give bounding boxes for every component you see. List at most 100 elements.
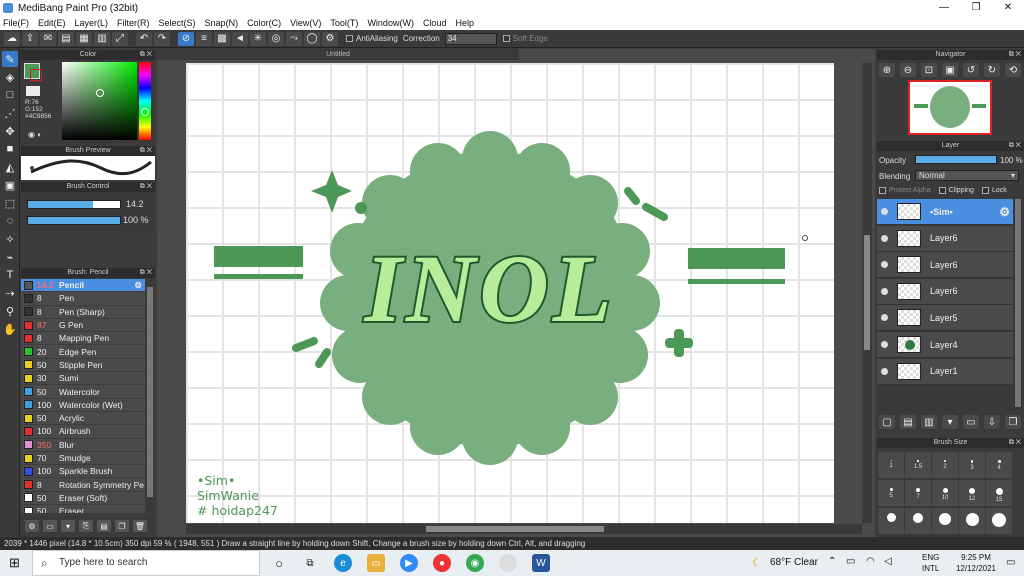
visibility-eye-icon[interactable] xyxy=(881,367,888,375)
brush-settings-gear-icon[interactable]: ⚙ xyxy=(134,280,142,291)
notification-icon[interactable]: ▭ xyxy=(1006,557,1015,568)
eyedropper-icon[interactable]: ⚲ xyxy=(2,303,18,319)
brush-item[interactable]: 8 Rotation Symmetry Pe xyxy=(21,478,145,492)
move-tool-icon[interactable]: ✥ xyxy=(2,123,18,139)
brush-size-cell[interactable]: 15 xyxy=(986,480,1012,506)
brush-size-cell[interactable]: 1.5 xyxy=(905,452,931,478)
grid-snap-icon[interactable]: ▩ xyxy=(214,31,230,46)
brush-item[interactable]: 50 Eraser (Soft) xyxy=(21,492,145,506)
clock-time[interactable]: 9:25 PM xyxy=(950,552,1002,563)
rect-tool-icon[interactable]: ■ xyxy=(2,141,18,157)
curve-snap-icon[interactable]: ⤳ xyxy=(286,31,302,46)
snap-settings-icon[interactable]: ⚙ xyxy=(322,31,338,46)
pen-tool-icon[interactable]: ✎ xyxy=(2,51,18,67)
duplicate-layer-icon[interactable]: ❐ xyxy=(1005,415,1021,429)
visibility-eye-icon[interactable] xyxy=(881,341,888,348)
circle-snap-icon[interactable]: ◎ xyxy=(268,31,284,46)
brush-settings-icon[interactable]: ▤ xyxy=(97,520,111,532)
merge-down-icon[interactable]: ⇩ xyxy=(984,415,1000,429)
menu-snap[interactable]: Snap(N) xyxy=(205,18,239,28)
brush-size-cell[interactable] xyxy=(905,508,931,534)
layer-settings-gear-icon[interactable]: ⚙ xyxy=(999,205,1010,219)
document-tab[interactable]: Untitled xyxy=(157,49,519,60)
brush-item[interactable]: 50 Eraser xyxy=(21,505,145,513)
saturation-value-picker[interactable] xyxy=(62,62,137,140)
parallel-snap-icon[interactable]: ≡ xyxy=(196,31,212,46)
layer-row[interactable]: Layer6 xyxy=(877,278,1013,305)
brush-size-cell[interactable]: 5 xyxy=(878,480,904,506)
transparent-swatch[interactable] xyxy=(26,86,40,96)
windows-start-icon[interactable]: ⊞ xyxy=(9,555,20,571)
hue-cursor[interactable] xyxy=(141,108,149,116)
brush-item[interactable]: 100 Airbrush xyxy=(21,425,145,439)
zoom-in-icon[interactable]: ⊕ xyxy=(879,63,895,77)
wifi-icon[interactable]: ◠ xyxy=(866,556,875,567)
brush-size-slider[interactable] xyxy=(27,200,121,209)
menu-cloud[interactable]: Cloud xyxy=(423,18,447,28)
cortana-icon[interactable]: ○ xyxy=(270,554,288,572)
brush-item[interactable]: 8 Mapping Pen xyxy=(21,332,145,346)
brush-item[interactable]: 350 Blur xyxy=(21,439,145,452)
visibility-eye-icon[interactable] xyxy=(881,314,888,322)
brush-size-cell[interactable]: 12 xyxy=(959,480,985,506)
clock-date[interactable]: 12/12/2021 xyxy=(950,563,1002,574)
trash-icon[interactable]: 🗑 xyxy=(133,520,147,532)
weather-icon[interactable]: ☾ xyxy=(752,556,762,569)
clipping-checkbox[interactable] xyxy=(938,187,946,194)
soft-edge-checkbox[interactable] xyxy=(502,35,510,42)
layer-row[interactable]: •Sim• ⚙ xyxy=(877,199,1013,225)
expand-icon[interactable]: ⤢ xyxy=(112,31,128,46)
divide-tool-icon[interactable]: ⇢ xyxy=(2,285,18,301)
copy-brush-icon[interactable]: ⎘ xyxy=(79,520,93,532)
brush-size-cell[interactable] xyxy=(932,508,958,534)
visibility-eye-icon[interactable] xyxy=(881,234,888,242)
canvas-vertical-scrollbar[interactable] xyxy=(862,63,872,523)
brush-item[interactable]: 87 G Pen xyxy=(21,319,145,333)
duplicate-icon[interactable]: ❐ xyxy=(115,520,129,532)
add-brush-icon[interactable]: ⚙ xyxy=(25,520,39,532)
word-icon[interactable]: W xyxy=(532,554,550,572)
navigator-thumbnail[interactable] xyxy=(908,80,992,135)
hand-tool-icon[interactable]: ✋ xyxy=(2,321,18,337)
tomato-app-icon[interactable]: ● xyxy=(433,554,451,572)
bucket-tool-icon[interactable]: ◭ xyxy=(2,159,18,175)
brush-item[interactable]: 50 Acrylic xyxy=(21,412,145,426)
lasso-tool-icon[interactable]: ◌ xyxy=(2,213,18,229)
actual-size-icon[interactable]: ▣ xyxy=(942,63,958,77)
brush-list-scrollbar[interactable] xyxy=(146,279,154,513)
new-layer-icon[interactable]: ▢ xyxy=(879,415,895,429)
comic-icon[interactable]: ▤ xyxy=(58,31,74,46)
menu-window[interactable]: Window(W) xyxy=(367,18,414,28)
upload-icon[interactable]: ⇪ xyxy=(22,31,38,46)
chevron-up-icon[interactable]: ⌃ xyxy=(828,556,836,567)
brush-size-cell[interactable]: 1 xyxy=(878,452,904,478)
layer-row[interactable]: Layer4 xyxy=(877,332,1013,358)
maximize-button[interactable]: ❐ xyxy=(960,0,992,16)
brush-size-cell[interactable]: 3 xyxy=(959,452,985,478)
radial-snap-icon[interactable]: ✳ xyxy=(250,31,266,46)
brush-size-cell[interactable] xyxy=(878,508,904,534)
brush-item[interactable]: 14.2 Pencil ⚙ xyxy=(21,279,145,293)
task-view-icon[interactable]: ⧉ xyxy=(301,554,319,572)
layout-icon[interactable]: ▦ xyxy=(76,31,92,46)
layer-folder-icon[interactable]: ▭ xyxy=(963,415,979,429)
zoom-icon[interactable]: ▶ xyxy=(400,554,418,572)
layer-row[interactable]: Layer6 xyxy=(877,225,1013,252)
rotate-left-icon[interactable]: ↺ xyxy=(963,63,979,77)
brush-opacity-slider[interactable] xyxy=(27,216,121,225)
menu-layer[interactable]: Layer(L) xyxy=(75,18,109,28)
menu-view[interactable]: View(V) xyxy=(290,18,321,28)
undo-icon[interactable]: ↶ xyxy=(136,31,152,46)
dot-tool-icon[interactable]: ⋰ xyxy=(2,105,18,121)
shape-tool-icon[interactable]: □ xyxy=(2,87,18,103)
new-halftone-layer-icon[interactable]: ▤ xyxy=(900,415,916,429)
color-cursor[interactable] xyxy=(96,89,104,97)
canvas-horizontal-scrollbar[interactable] xyxy=(186,524,862,534)
brush-size-cell[interactable]: 10 xyxy=(932,480,958,506)
file-explorer-icon[interactable]: ▭ xyxy=(367,554,385,572)
select-pen-icon[interactable]: ⌁ xyxy=(2,249,18,265)
redo-icon[interactable]: ↷ xyxy=(154,31,170,46)
layer-row[interactable]: Layer6 xyxy=(877,252,1013,279)
color-mode-icons[interactable]: ◉ ◐ xyxy=(28,130,42,139)
brush-item[interactable]: 50 Stipple Pen xyxy=(21,359,145,373)
